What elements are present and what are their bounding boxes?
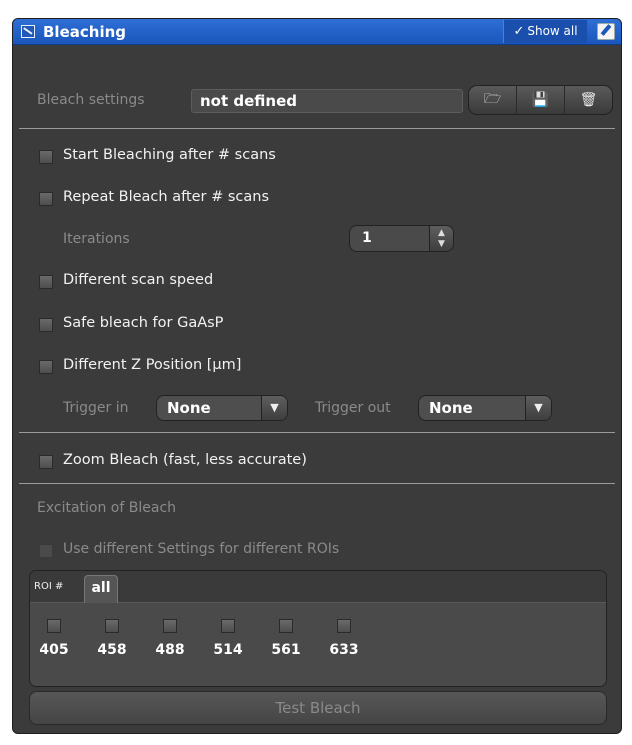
checkmark-icon: ✓ (513, 24, 525, 39)
trigger-out-label: Trigger out (315, 400, 391, 416)
safe-bleach-checkbox[interactable] (39, 318, 53, 332)
laser-405-checkbox[interactable] (47, 619, 61, 633)
repeat-bleach-checkbox[interactable] (39, 192, 53, 206)
roi-label: ROI # (34, 581, 64, 592)
laser-line: 458 (92, 619, 132, 658)
roi-tab-all[interactable]: all (84, 575, 118, 603)
laser-405-label: 405 (39, 642, 69, 658)
save-disk-icon: 💾 (531, 92, 550, 108)
start-bleaching-checkbox[interactable] (39, 150, 53, 164)
chevron-down-icon: ▼ (261, 396, 287, 420)
trigger-out-value: None (429, 399, 473, 417)
collapse-panel-icon[interactable] (21, 25, 35, 38)
excitation-heading: Excitation of Bleach (37, 500, 177, 516)
roi-tab-bar: ROI # all (30, 571, 606, 603)
roi-laser-panel: ROI # all 405 458 488 514 561 633 (29, 570, 607, 687)
show-all-label: Show all (527, 24, 578, 38)
different-z-checkbox[interactable] (39, 360, 53, 374)
save-settings-button[interactable]: 💾 (517, 86, 565, 114)
laser-line: 488 (150, 619, 190, 658)
bleach-settings-button-group: 🗁 💾 🗑 (468, 85, 613, 115)
different-settings-label: Use different Settings for different ROI… (63, 541, 340, 557)
laser-633-label: 633 (329, 642, 359, 658)
zoom-bleach-label: Zoom Bleach (fast, less accurate) (63, 452, 307, 468)
bleach-settings-label: Bleach settings (37, 92, 145, 108)
laser-line: 561 (266, 619, 306, 658)
panel-title: Bleaching (43, 23, 126, 41)
laser-514-label: 514 (213, 642, 243, 658)
separator (19, 432, 615, 433)
bleach-settings-field[interactable]: not defined (191, 89, 463, 113)
laser-line: 633 (324, 619, 364, 658)
different-settings-checkbox[interactable] (39, 544, 53, 558)
repeat-bleach-label: Repeat Bleach after # scans (63, 189, 270, 205)
laser-458-checkbox[interactable] (105, 619, 119, 633)
trigger-in-dropdown[interactable]: None ▼ (156, 395, 288, 421)
zoom-bleach-checkbox[interactable] (39, 455, 53, 469)
iterations-label: Iterations (63, 231, 130, 247)
stepper-arrows-icon[interactable]: ▲ ▼ (429, 226, 453, 251)
separator (19, 483, 615, 484)
laser-line: 514 (208, 619, 248, 658)
delete-settings-button[interactable]: 🗑 (565, 86, 612, 114)
show-all-toggle[interactable]: ✓ Show all (503, 20, 587, 43)
bleaching-panel: Bleaching ✓ Show all Bleach settings not … (12, 18, 622, 734)
different-scan-speed-checkbox[interactable] (39, 275, 53, 289)
laser-561-label: 561 (271, 642, 301, 658)
iterations-value: 1 (362, 230, 372, 246)
open-folder-icon: 🗁 (483, 91, 502, 107)
different-z-label: Different Z Position [µm] (63, 357, 242, 373)
laser-458-label: 458 (97, 642, 127, 658)
separator (19, 128, 615, 129)
start-bleaching-label: Start Bleaching after # scans (63, 147, 276, 163)
safe-bleach-label: Safe bleach for GaAsP (63, 315, 224, 331)
trigger-in-label: Trigger in (63, 400, 129, 416)
panel-title-bar[interactable]: Bleaching ✓ Show all (13, 19, 621, 45)
trash-icon: 🗑 (579, 92, 598, 108)
chevron-down-icon: ▼ (525, 396, 551, 420)
laser-488-label: 488 (155, 642, 185, 658)
trigger-in-value: None (167, 399, 211, 417)
laser-line: 405 (34, 619, 74, 658)
iterations-stepper[interactable]: 1 ▲ ▼ (349, 225, 454, 252)
laser-514-checkbox[interactable] (221, 619, 235, 633)
laser-488-checkbox[interactable] (163, 619, 177, 633)
different-scan-speed-label: Different scan speed (63, 272, 214, 288)
laser-633-checkbox[interactable] (337, 619, 351, 633)
test-bleach-button[interactable]: Test Bleach (29, 691, 607, 725)
laser-561-checkbox[interactable] (279, 619, 293, 633)
trigger-out-dropdown[interactable]: None ▼ (418, 395, 552, 421)
edit-icon[interactable] (597, 23, 615, 40)
open-settings-button[interactable]: 🗁 (469, 86, 517, 114)
